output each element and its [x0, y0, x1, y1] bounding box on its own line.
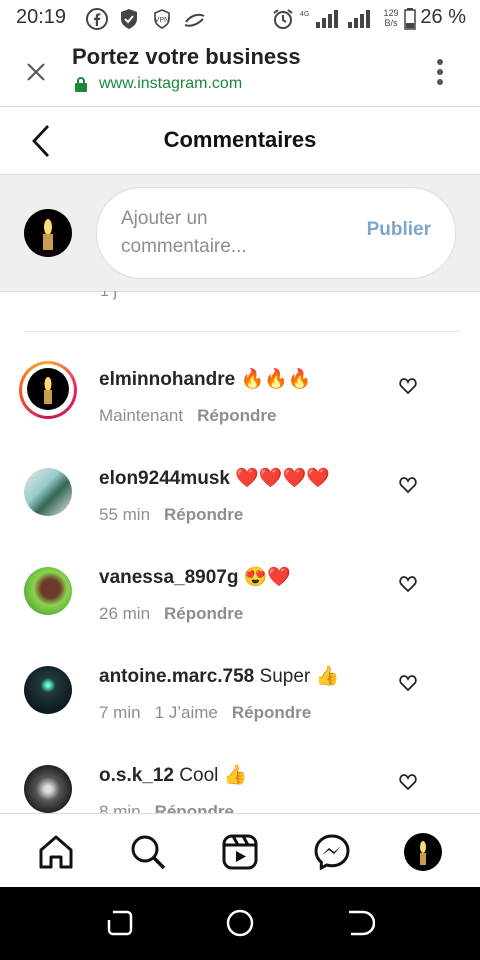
comment-input[interactable]: Ajouter un commentaire... Publier — [96, 187, 456, 279]
reply-button[interactable]: Répondre — [164, 604, 243, 623]
heart-icon[interactable] — [399, 674, 417, 692]
username[interactable]: o.s.k_12 — [99, 765, 174, 786]
avatar[interactable] — [24, 666, 72, 714]
avatar[interactable] — [27, 368, 69, 410]
bottom-tab-bar — [0, 813, 480, 888]
page-title: Portez votre business — [72, 44, 301, 69]
comment-text: antoine.marc.758 Super 👍 — [99, 664, 339, 688]
lock-icon — [75, 77, 87, 92]
alarm-icon — [273, 9, 293, 29]
home-circle-icon[interactable] — [225, 908, 255, 938]
status-time: 20:19 — [16, 6, 67, 28]
battery-icon — [404, 8, 416, 30]
publish-button[interactable]: Publier — [367, 219, 431, 241]
status-bar: 20:19 VPN 4G 129 B/s 26 % — [0, 0, 480, 38]
home-icon[interactable] — [36, 832, 76, 872]
comment-meta: 8 min Répondre — [99, 802, 234, 813]
alibaba-icon — [184, 13, 205, 27]
avatar[interactable] — [24, 567, 72, 615]
reels-icon[interactable] — [220, 832, 260, 872]
recents-icon[interactable] — [105, 908, 135, 938]
comment-row: o.s.k_12 Cool 👍 8 min Répondre — [0, 757, 480, 813]
candle-image — [43, 219, 53, 250]
profile-avatar[interactable] — [404, 833, 442, 871]
divider — [24, 331, 460, 332]
username[interactable]: elon9244musk — [99, 468, 230, 489]
likes-count[interactable]: 1 J’aime — [155, 703, 218, 722]
svg-text:VPN: VPN — [155, 17, 169, 24]
reply-button[interactable]: Répondre — [197, 406, 276, 425]
heart-icon[interactable] — [399, 773, 417, 791]
heart-icon[interactable] — [399, 377, 417, 395]
reply-button[interactable]: Répondre — [164, 505, 243, 524]
comment-body: 🔥🔥🔥 — [240, 369, 312, 390]
more-vert-icon[interactable] — [436, 58, 444, 86]
shield-icon — [121, 9, 137, 29]
comments-header: Commentaires — [0, 107, 480, 173]
reply-button[interactable]: Répondre — [232, 703, 311, 722]
comment-body: Super 👍 — [259, 666, 340, 687]
candle-image — [420, 841, 426, 865]
back-icon[interactable] — [345, 908, 375, 938]
heart-icon[interactable] — [399, 476, 417, 494]
avatar[interactable] — [24, 468, 72, 516]
comment-placeholder: Ajouter un commentaire... — [121, 208, 247, 257]
svg-text:4G: 4G — [300, 11, 309, 18]
heart-icon[interactable] — [399, 575, 417, 593]
username[interactable]: vanessa_8907g — [99, 567, 238, 588]
facebook-icon — [86, 8, 108, 30]
vpn-icon: VPN — [154, 9, 170, 29]
comment-time: 8 min — [99, 802, 141, 813]
username[interactable]: antoine.marc.758 — [99, 666, 254, 687]
comment-text: elminnohandre 🔥🔥🔥 — [99, 367, 311, 391]
my-avatar — [24, 209, 72, 257]
signal-icon-2 — [348, 10, 370, 28]
comment-meta: Maintenant Répondre — [99, 406, 276, 426]
comment-body: Cool 👍 — [179, 765, 248, 786]
comments-list[interactable]: 1 j elminnohandre 🔥🔥🔥 Maintenant Répondre… — [0, 291, 480, 813]
candle-image — [44, 377, 52, 404]
comment-time: 55 min — [99, 505, 151, 524]
messenger-icon[interactable] — [312, 832, 352, 872]
header-title: Commentaires — [163, 127, 317, 152]
username[interactable]: elminnohandre — [99, 369, 235, 390]
comment-body: 😍❤️ — [243, 567, 292, 588]
comment-text: o.s.k_12 Cool 👍 — [99, 763, 247, 787]
partial-timestamp: 1 j — [100, 291, 117, 300]
signal-icon: 4G — [300, 10, 338, 28]
close-icon[interactable] — [24, 60, 48, 84]
comment-row: elminnohandre 🔥🔥🔥 Maintenant Répondre — [0, 361, 480, 460]
comment-row: vanessa_8907g 😍❤️ 26 min Répondre — [0, 559, 480, 658]
comment-row: elon9244musk ❤️❤️❤️❤️ 55 min Répondre — [0, 460, 480, 559]
battery-percent: 26 % — [420, 6, 466, 28]
system-nav-bar — [0, 887, 480, 960]
comment-time: Maintenant — [99, 406, 184, 425]
comment-time: 7 min — [99, 703, 141, 722]
comment-time: 26 min — [99, 604, 151, 623]
url-text: www.instagram.com — [99, 75, 243, 92]
comment-text: vanessa_8907g 😍❤️ — [99, 565, 291, 589]
comment-row: antoine.marc.758 Super 👍 7 min 1 J’aime Ré… — [0, 658, 480, 757]
reply-button[interactable]: Répondre — [155, 802, 234, 813]
comment-composer: Ajouter un commentaire... Publier — [0, 174, 480, 292]
custom-tab-toolbar: Portez votre business www.instagram.com — [0, 38, 480, 107]
comment-body: ❤️❤️❤️❤️ — [235, 468, 330, 489]
net-speed: 129 B/s — [383, 8, 399, 28]
avatar[interactable] — [24, 765, 72, 813]
comment-meta: 7 min 1 J’aime Répondre — [99, 703, 311, 723]
comment-meta: 26 min Répondre — [99, 604, 243, 624]
comment-text: elon9244musk ❤️❤️❤️❤️ — [99, 466, 330, 490]
comment-meta: 55 min Répondre — [99, 505, 243, 525]
search-icon[interactable] — [128, 832, 168, 872]
